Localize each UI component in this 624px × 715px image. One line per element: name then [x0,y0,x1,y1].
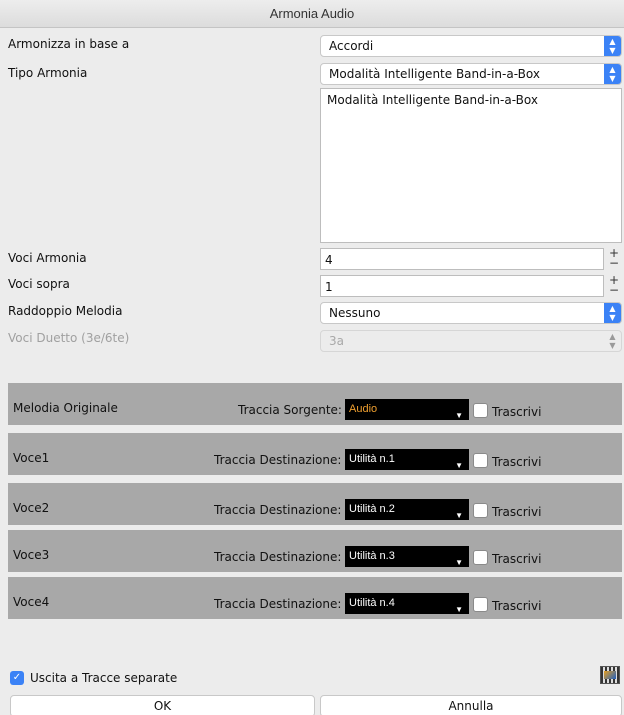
separate-tracks-label: Uscita a Tracce separate [30,671,178,685]
destination-track-select[interactable]: Utilità n.2 ▼ [345,499,469,520]
track-band-original: Melodia Originale Traccia Sorgente: Audi… [8,383,622,425]
up-down-chevron-icon: ▲ ▼ [604,36,621,56]
track-label: Traccia Sorgente: [238,403,342,417]
track-name: Voce1 [13,451,50,465]
triangle-down-icon: ▼ [455,558,463,567]
transcribe-label: Trascrivi [492,505,542,519]
voices-above-label: Voci sopra [8,277,70,291]
transcribe-checkbox[interactable] [473,597,488,612]
voices-stepper[interactable]: + − [606,247,622,270]
doubling-select-value: Nessuno [329,306,381,320]
track-name: Voce4 [13,595,50,609]
transcribe-label: Trascrivi [492,599,542,613]
track-name: Melodia Originale [13,401,118,415]
ok-button[interactable]: OK [10,695,315,715]
track-label: Traccia Destinazione: [214,550,342,564]
transcribe-checkbox[interactable] [473,453,488,468]
track-label: Traccia Destinazione: [214,453,342,467]
film-strip-image [604,671,616,679]
track-band-voice2: Voce2 Traccia Destinazione: Utilità n.2 … [8,483,622,525]
source-track-select[interactable]: Audio ▼ [345,399,469,420]
voices-field[interactable]: 4 [320,248,604,270]
film-strip-icon[interactable] [600,666,620,684]
triangle-down-icon: ▼ [455,511,463,520]
duet-label: Voci Duetto (3e/6te) [8,331,130,345]
track-band-voice1: Voce1 Traccia Destinazione: Utilità n.1 … [8,433,622,475]
triangle-down-icon: ▼ [455,605,463,614]
doubling-select[interactable]: Nessuno ▲ ▼ [320,302,622,324]
checkmark-icon: ✓ [12,672,22,683]
harmonize-select-value: Accordi [329,39,374,53]
transcribe-checkbox[interactable] [473,550,488,565]
track-label: Traccia Destinazione: [214,503,342,517]
transcribe-checkbox[interactable] [473,503,488,518]
track-label: Traccia Destinazione: [214,597,342,611]
transcribe-checkbox[interactable] [473,403,488,418]
window-title: Armonia Audio [0,0,624,28]
harmonize-select[interactable]: Accordi ▲ ▼ [320,35,622,57]
minus-icon[interactable]: − [606,257,622,269]
track-name: Voce2 [13,501,50,515]
duet-select-value: 3a [329,334,344,348]
harmony-type-label: Tipo Armonia [8,66,88,80]
minus-icon[interactable]: − [606,284,622,296]
harmony-description-text: Modalità Intelligente Band-in-a-Box [327,93,538,107]
track-name: Voce3 [13,548,50,562]
track-band-voice4: Voce4 Traccia Destinazione: Utilità n.4 … [8,577,622,619]
transcribe-label: Trascrivi [492,552,542,566]
harmony-type-select[interactable]: Modalità Intelligente Band-in-a-Box ▲ ▼ [320,63,622,85]
triangle-down-icon: ▼ [455,411,463,420]
up-down-chevron-icon: ▲ ▼ [609,332,616,350]
transcribe-label: Trascrivi [492,455,542,469]
voices-above-stepper[interactable]: + − [606,274,622,297]
harmonize-label: Armonizza in base a [8,37,130,51]
destination-track-select[interactable]: Utilità n.3 ▼ [345,546,469,567]
harmony-type-select-value: Modalità Intelligente Band-in-a-Box [329,67,540,81]
doubling-label: Raddoppio Melodia [8,304,123,318]
duet-select: 3a ▲ ▼ [320,330,622,352]
destination-track-select[interactable]: Utilità n.4 ▼ [345,593,469,614]
cancel-button[interactable]: Annulla [320,695,622,715]
voices-label: Voci Armonia [8,251,87,265]
destination-track-value: Utilità n.1 [349,453,395,465]
destination-track-select[interactable]: Utilità n.1 ▼ [345,449,469,470]
voices-above-field[interactable]: 1 [320,275,604,297]
destination-track-value: Utilità n.3 [349,550,395,562]
triangle-down-icon: ▼ [455,461,463,470]
source-track-value: Audio [349,403,378,415]
destination-track-value: Utilità n.4 [349,597,395,609]
separate-tracks-checkbox[interactable]: ✓ [10,671,24,685]
harmony-description-box: Modalità Intelligente Band-in-a-Box [320,88,622,243]
transcribe-label: Trascrivi [492,405,542,419]
up-down-chevron-icon: ▲ ▼ [604,303,621,323]
up-down-chevron-icon: ▲ ▼ [604,64,621,84]
track-band-voice3: Voce3 Traccia Destinazione: Utilità n.3 … [8,530,622,572]
destination-track-value: Utilità n.2 [349,503,395,515]
